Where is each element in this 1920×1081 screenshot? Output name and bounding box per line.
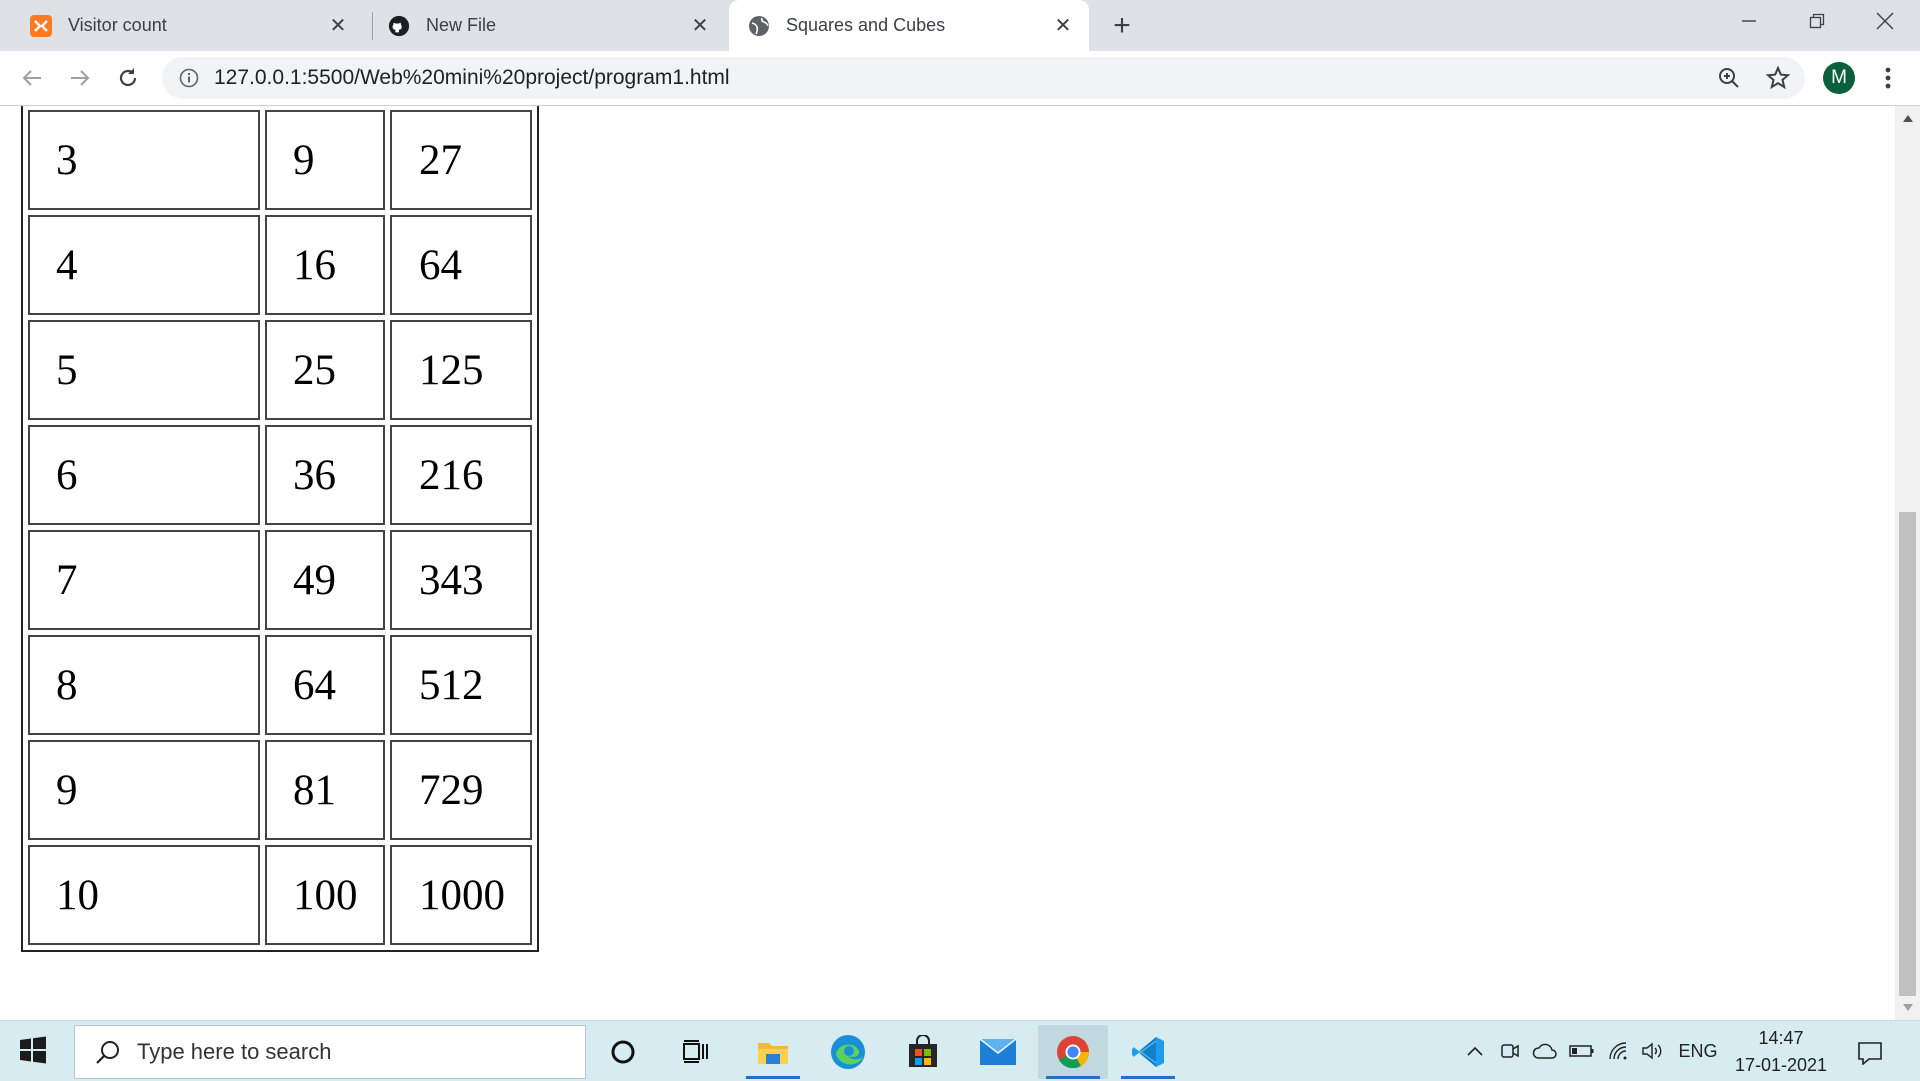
tab-strip: Visitor count ✕ New File ✕ Squares and C… [0,0,1920,51]
vscode-icon[interactable] [1113,1025,1183,1079]
close-icon[interactable]: ✕ [688,13,712,37]
square-cell: 25 [265,320,385,420]
bookmark-star-icon[interactable] [1758,57,1798,99]
tab-title: New File [426,15,497,35]
store-icon[interactable] [888,1025,958,1079]
meet-now-icon[interactable] [1497,1035,1523,1067]
back-button[interactable] [15,61,49,95]
wifi-icon[interactable] [1606,1035,1632,1067]
zoom-icon[interactable] [1709,57,1749,99]
scroll-up-arrow[interactable] [1895,108,1920,128]
github-icon [388,15,410,37]
cube-cell: 512 [390,635,532,735]
info-icon[interactable] [178,67,200,89]
clock-time: 14:47 [1758,1028,1804,1048]
square-cell: 36 [265,425,385,525]
chrome-icon[interactable] [1038,1025,1108,1079]
close-icon[interactable]: ✕ [1051,13,1075,37]
onedrive-icon[interactable] [1531,1035,1559,1067]
number-cell: 10 [28,845,260,945]
scrollbar-thumb[interactable] [1899,512,1916,996]
taskbar-search-box[interactable]: Type here to search [74,1025,586,1079]
windows-taskbar: Type here to search ENG 14:47 17-01-2021 [0,1020,1920,1081]
close-window-button[interactable] [1851,0,1919,42]
number-cell: 8 [28,635,260,735]
table-row: 9 81 729 [28,740,532,840]
number-cell: 6 [28,425,260,525]
tab-squares-and-cubes[interactable]: Squares and Cubes ✕ [729,0,1089,51]
square-cell: 100 [265,845,385,945]
mail-icon[interactable] [963,1025,1033,1079]
reload-button[interactable] [111,61,145,95]
table-row: 7 49 343 [28,530,532,630]
battery-icon[interactable] [1568,1035,1596,1067]
table-row: 3 9 27 [28,110,532,210]
number-cell: 4 [28,215,260,315]
square-cell: 81 [265,740,385,840]
new-tab-button[interactable]: + [1106,9,1138,42]
cube-cell: 729 [390,740,532,840]
cube-cell: 343 [390,530,532,630]
close-icon[interactable]: ✕ [326,13,350,37]
cube-cell: 64 [390,215,532,315]
forward-button[interactable] [63,61,97,95]
search-icon [93,1037,123,1067]
scroll-down-arrow[interactable] [1895,998,1920,1018]
url-text[interactable]: 127.0.0.1:5500/Web%20mini%20project/prog… [214,66,730,90]
cortana-icon[interactable] [588,1025,658,1079]
windows-start-icon[interactable] [18,1035,52,1069]
tab-title: Visitor count [68,15,167,35]
number-cell: 3 [28,110,260,210]
language-indicator[interactable]: ENG [1676,1035,1720,1067]
table-row: 10 100 1000 [28,845,532,945]
cube-cell: 216 [390,425,532,525]
square-cell: 49 [265,530,385,630]
globe-icon [748,15,770,37]
xampp-icon [30,14,52,37]
tab-title: Squares and Cubes [786,15,946,35]
edge-icon[interactable] [813,1025,883,1079]
task-view-icon[interactable] [661,1025,731,1079]
table-row: 8 64 512 [28,635,532,735]
volume-icon[interactable] [1640,1035,1666,1067]
table-row: 5 25 125 [28,320,532,420]
file-explorer-icon[interactable] [738,1025,808,1079]
cube-cell: 27 [390,110,532,210]
browser-toolbar: 127.0.0.1:5500/Web%20mini%20project/prog… [0,51,1920,106]
cube-cell: 1000 [390,845,532,945]
clock-date: 17-01-2021 [1734,1055,1828,1075]
number-cell: 9 [28,740,260,840]
number-cell: 7 [28,530,260,630]
address-bar[interactable]: 127.0.0.1:5500/Web%20mini%20project/prog… [162,57,1805,99]
search-placeholder: Type here to search [137,1039,332,1064]
tab-visitor-count[interactable]: Visitor count ✕ [0,0,364,51]
number-cell: 5 [28,320,260,420]
tab-new-file[interactable]: New File ✕ [360,0,726,51]
restore-button[interactable] [1783,0,1851,42]
system-clock[interactable]: 14:47 17-01-2021 [1728,1025,1834,1079]
square-cell: 16 [265,215,385,315]
square-cell: 64 [265,635,385,735]
profile-avatar[interactable]: M [1823,62,1855,94]
more-options-icon[interactable] [1876,62,1900,94]
table-row: 4 16 64 [28,215,532,315]
minimize-button[interactable] [1715,0,1783,42]
cube-cell: 125 [390,320,532,420]
page-viewport: 3 9 27 4 16 64 5 25 125 6 36 216 7 49 343 8 64 512 9 81 729 1… [0,106,1895,1020]
notification-icon[interactable] [1850,1033,1890,1073]
show-hidden-icons-chevron-icon[interactable] [1463,1035,1487,1067]
squares-cubes-table: 3 9 27 4 16 64 5 25 125 6 36 216 7 49 343 8 64 512 9 81 729 1… [21,106,539,952]
table-row: 6 36 216 [28,425,532,525]
square-cell: 9 [265,110,385,210]
